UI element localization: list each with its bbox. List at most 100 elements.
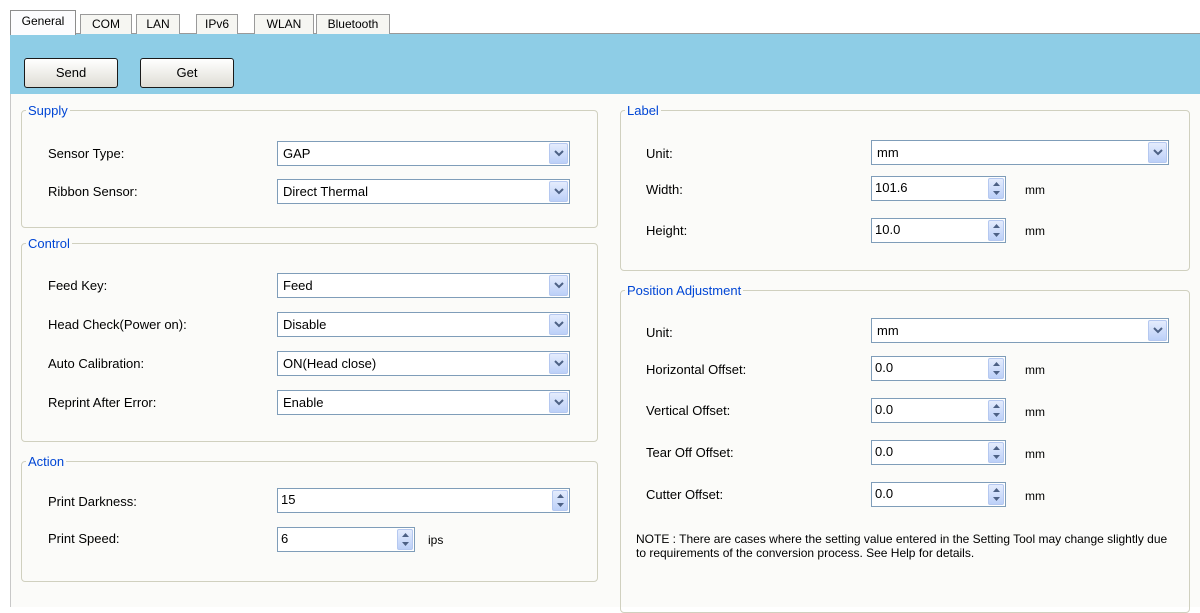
width-unit: mm <box>1025 183 1045 197</box>
vertical-offset-stepper[interactable]: 0.0 <box>871 398 1006 423</box>
position-unit-label: Unit: <box>646 325 673 340</box>
action-group: Action <box>21 454 598 582</box>
auto-calibration-select[interactable]: ON(Head close) <box>277 351 570 376</box>
vertical-offset-unit: mm <box>1025 405 1045 419</box>
spin-down-icon[interactable] <box>992 369 1001 377</box>
tab-ipv6[interactable]: IPv6 <box>196 14 238 34</box>
print-speed-value: 6 <box>281 531 289 546</box>
horizontal-offset-unit: mm <box>1025 363 1045 377</box>
tab-bluetooth[interactable]: Bluetooth <box>316 14 390 34</box>
horizontal-offset-stepper[interactable]: 0.0 <box>871 356 1006 381</box>
auto-calibration-label: Auto Calibration: <box>48 356 145 371</box>
ribbon-sensor-select[interactable]: Direct Thermal <box>277 179 570 204</box>
height-stepper[interactable]: 10.0 <box>871 218 1006 243</box>
chevron-down-icon[interactable] <box>549 392 568 413</box>
feed-key-label: Feed Key: <box>48 278 108 293</box>
tear-off-offset-value: 0.0 <box>875 444 894 459</box>
chevron-down-icon[interactable] <box>549 314 568 335</box>
spin-up-icon[interactable] <box>992 486 1001 494</box>
chevron-down-icon[interactable] <box>549 275 568 296</box>
sensor-type-select[interactable]: GAP <box>277 141 570 166</box>
tear-off-offset-stepper[interactable]: 0.0 <box>871 440 1006 465</box>
height-unit: mm <box>1025 224 1045 238</box>
chevron-down-icon[interactable] <box>549 353 568 374</box>
cutter-offset-label: Cutter Offset: <box>646 487 724 502</box>
cutter-offset-unit: mm <box>1025 489 1045 503</box>
control-group-title: Control <box>28 236 70 251</box>
chevron-down-icon[interactable] <box>1148 142 1167 163</box>
head-check-value: Disable <box>283 317 327 332</box>
vertical-offset-value: 0.0 <box>875 402 894 417</box>
head-check-select[interactable]: Disable <box>277 312 570 337</box>
spin-up-icon[interactable] <box>992 444 1001 452</box>
tab-lan[interactable]: LAN <box>136 14 180 34</box>
spin-down-icon[interactable] <box>992 411 1001 419</box>
spin-up-icon[interactable] <box>992 222 1001 230</box>
tab-strip: General COM LAN IPv6 WLAN Bluetooth <box>0 0 1200 35</box>
spin-down-icon[interactable] <box>992 495 1001 503</box>
auto-calibration-value: ON(Head close) <box>283 356 377 371</box>
tab-general[interactable]: General <box>10 10 76 35</box>
print-darkness-label: Print Darkness: <box>48 494 137 509</box>
label-unit-label: Unit: <box>646 146 673 161</box>
get-button[interactable]: Get <box>140 58 234 88</box>
feed-key-select[interactable]: Feed <box>277 273 570 298</box>
spin-up-icon[interactable] <box>992 360 1001 368</box>
spin-down-icon[interactable] <box>556 501 565 509</box>
spin-buttons <box>988 484 1004 505</box>
height-value: 10.0 <box>875 222 901 237</box>
spin-down-icon[interactable] <box>992 231 1001 239</box>
spin-buttons <box>988 442 1004 463</box>
position-adjustment-title: Position Adjustment <box>627 283 742 298</box>
width-value: 101.6 <box>875 180 908 195</box>
label-group-title: Label <box>627 103 659 118</box>
tab-com[interactable]: COM <box>80 14 132 34</box>
spin-up-icon[interactable] <box>401 531 410 539</box>
chevron-down-icon[interactable] <box>549 143 568 164</box>
print-speed-stepper[interactable]: 6 <box>277 527 415 552</box>
vertical-offset-label: Vertical Offset: <box>646 403 731 418</box>
reprint-after-error-select[interactable]: Enable <box>277 390 570 415</box>
tear-off-offset-label: Tear Off Offset: <box>646 445 734 460</box>
spin-buttons <box>988 220 1004 241</box>
width-label: Width: <box>646 182 683 197</box>
label-unit-value: mm <box>877 145 899 160</box>
spin-buttons <box>397 529 413 550</box>
sensor-type-label: Sensor Type: <box>48 146 125 161</box>
sensor-type-value: GAP <box>283 146 311 161</box>
reprint-after-error-value: Enable <box>283 395 324 410</box>
action-group-title: Action <box>28 454 65 469</box>
ribbon-sensor-value: Direct Thermal <box>283 184 369 199</box>
chevron-down-icon[interactable] <box>1148 320 1167 341</box>
cutter-offset-value: 0.0 <box>875 486 894 501</box>
print-speed-label: Print Speed: <box>48 531 120 546</box>
spin-down-icon[interactable] <box>992 453 1001 461</box>
chevron-down-icon[interactable] <box>549 181 568 202</box>
horizontal-offset-value: 0.0 <box>875 360 894 375</box>
width-stepper[interactable]: 101.6 <box>871 176 1006 201</box>
height-label: Height: <box>646 223 688 238</box>
spin-up-icon[interactable] <box>992 402 1001 410</box>
tear-off-offset-unit: mm <box>1025 447 1045 461</box>
ribbon-sensor-label: Ribbon Sensor: <box>48 184 138 199</box>
spin-buttons <box>988 400 1004 421</box>
spin-down-icon[interactable] <box>992 189 1001 197</box>
spin-buttons <box>988 358 1004 379</box>
position-unit-value: mm <box>877 323 899 338</box>
spin-down-icon[interactable] <box>401 540 410 548</box>
position-unit-select[interactable]: mm <box>871 318 1169 343</box>
print-darkness-value: 15 <box>281 492 296 507</box>
cutter-offset-stepper[interactable]: 0.0 <box>871 482 1006 507</box>
send-button[interactable]: Send <box>24 58 118 88</box>
spin-up-icon[interactable] <box>992 180 1001 188</box>
spin-buttons <box>552 490 568 511</box>
print-darkness-stepper[interactable]: 15 <box>277 488 570 513</box>
spin-up-icon[interactable] <box>556 492 565 500</box>
horizontal-offset-label: Horizontal Offset: <box>646 362 747 377</box>
supply-group-title: Supply <box>28 103 68 118</box>
spin-buttons <box>988 178 1004 199</box>
toolbar: Send Get <box>10 34 1200 94</box>
tab-wlan[interactable]: WLAN <box>254 14 314 34</box>
label-unit-select[interactable]: mm <box>871 140 1169 165</box>
reprint-after-error-label: Reprint After Error: <box>48 395 157 410</box>
